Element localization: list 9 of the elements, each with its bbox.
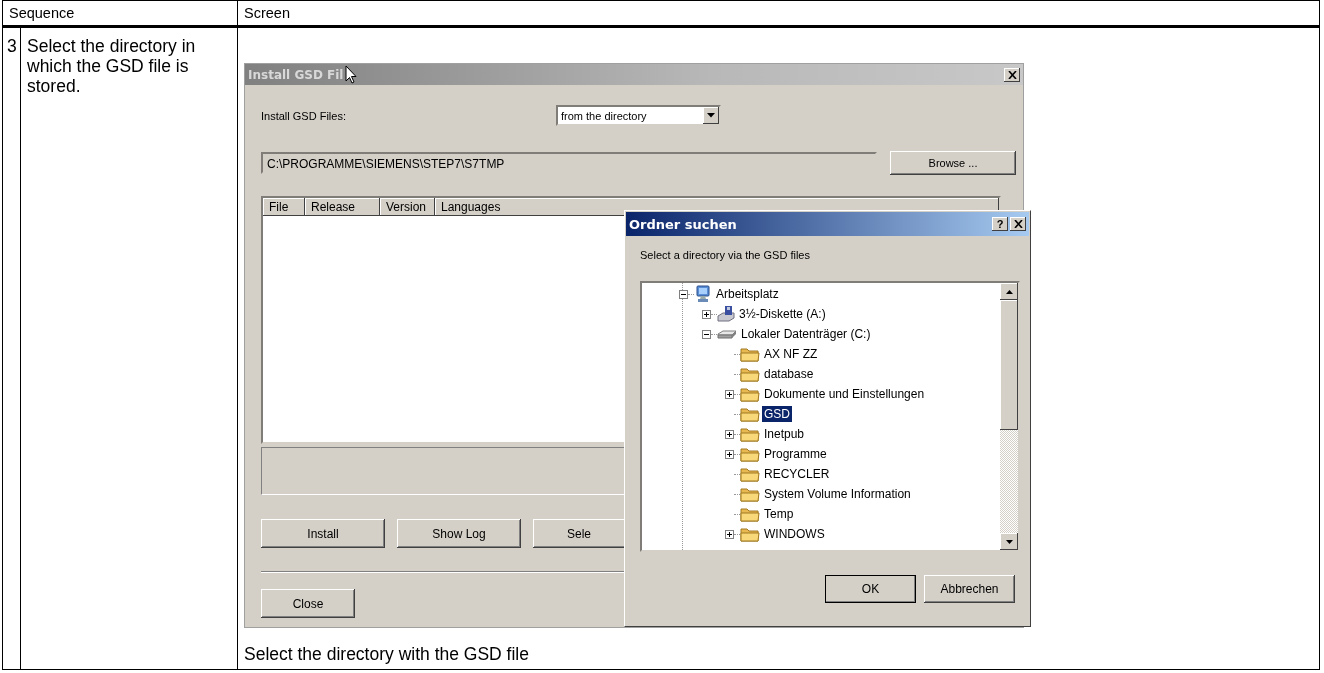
column-header: Screen	[237, 1, 1319, 28]
column-header: Sequence	[3, 1, 237, 28]
source-label: Install GSD Files:	[261, 109, 347, 122]
step-instruction: Select the directory in which the GSD file is stored.	[27, 36, 196, 96]
window-title: Ordner suchen	[629, 216, 737, 232]
step-number: 3	[7, 36, 17, 56]
figure-caption: Select the directory with the GSD file	[244, 644, 530, 665]
window-title: Install GSD Fil	[248, 67, 344, 82]
dialog-prompt: Select a directory via the GSD files	[640, 249, 811, 261]
